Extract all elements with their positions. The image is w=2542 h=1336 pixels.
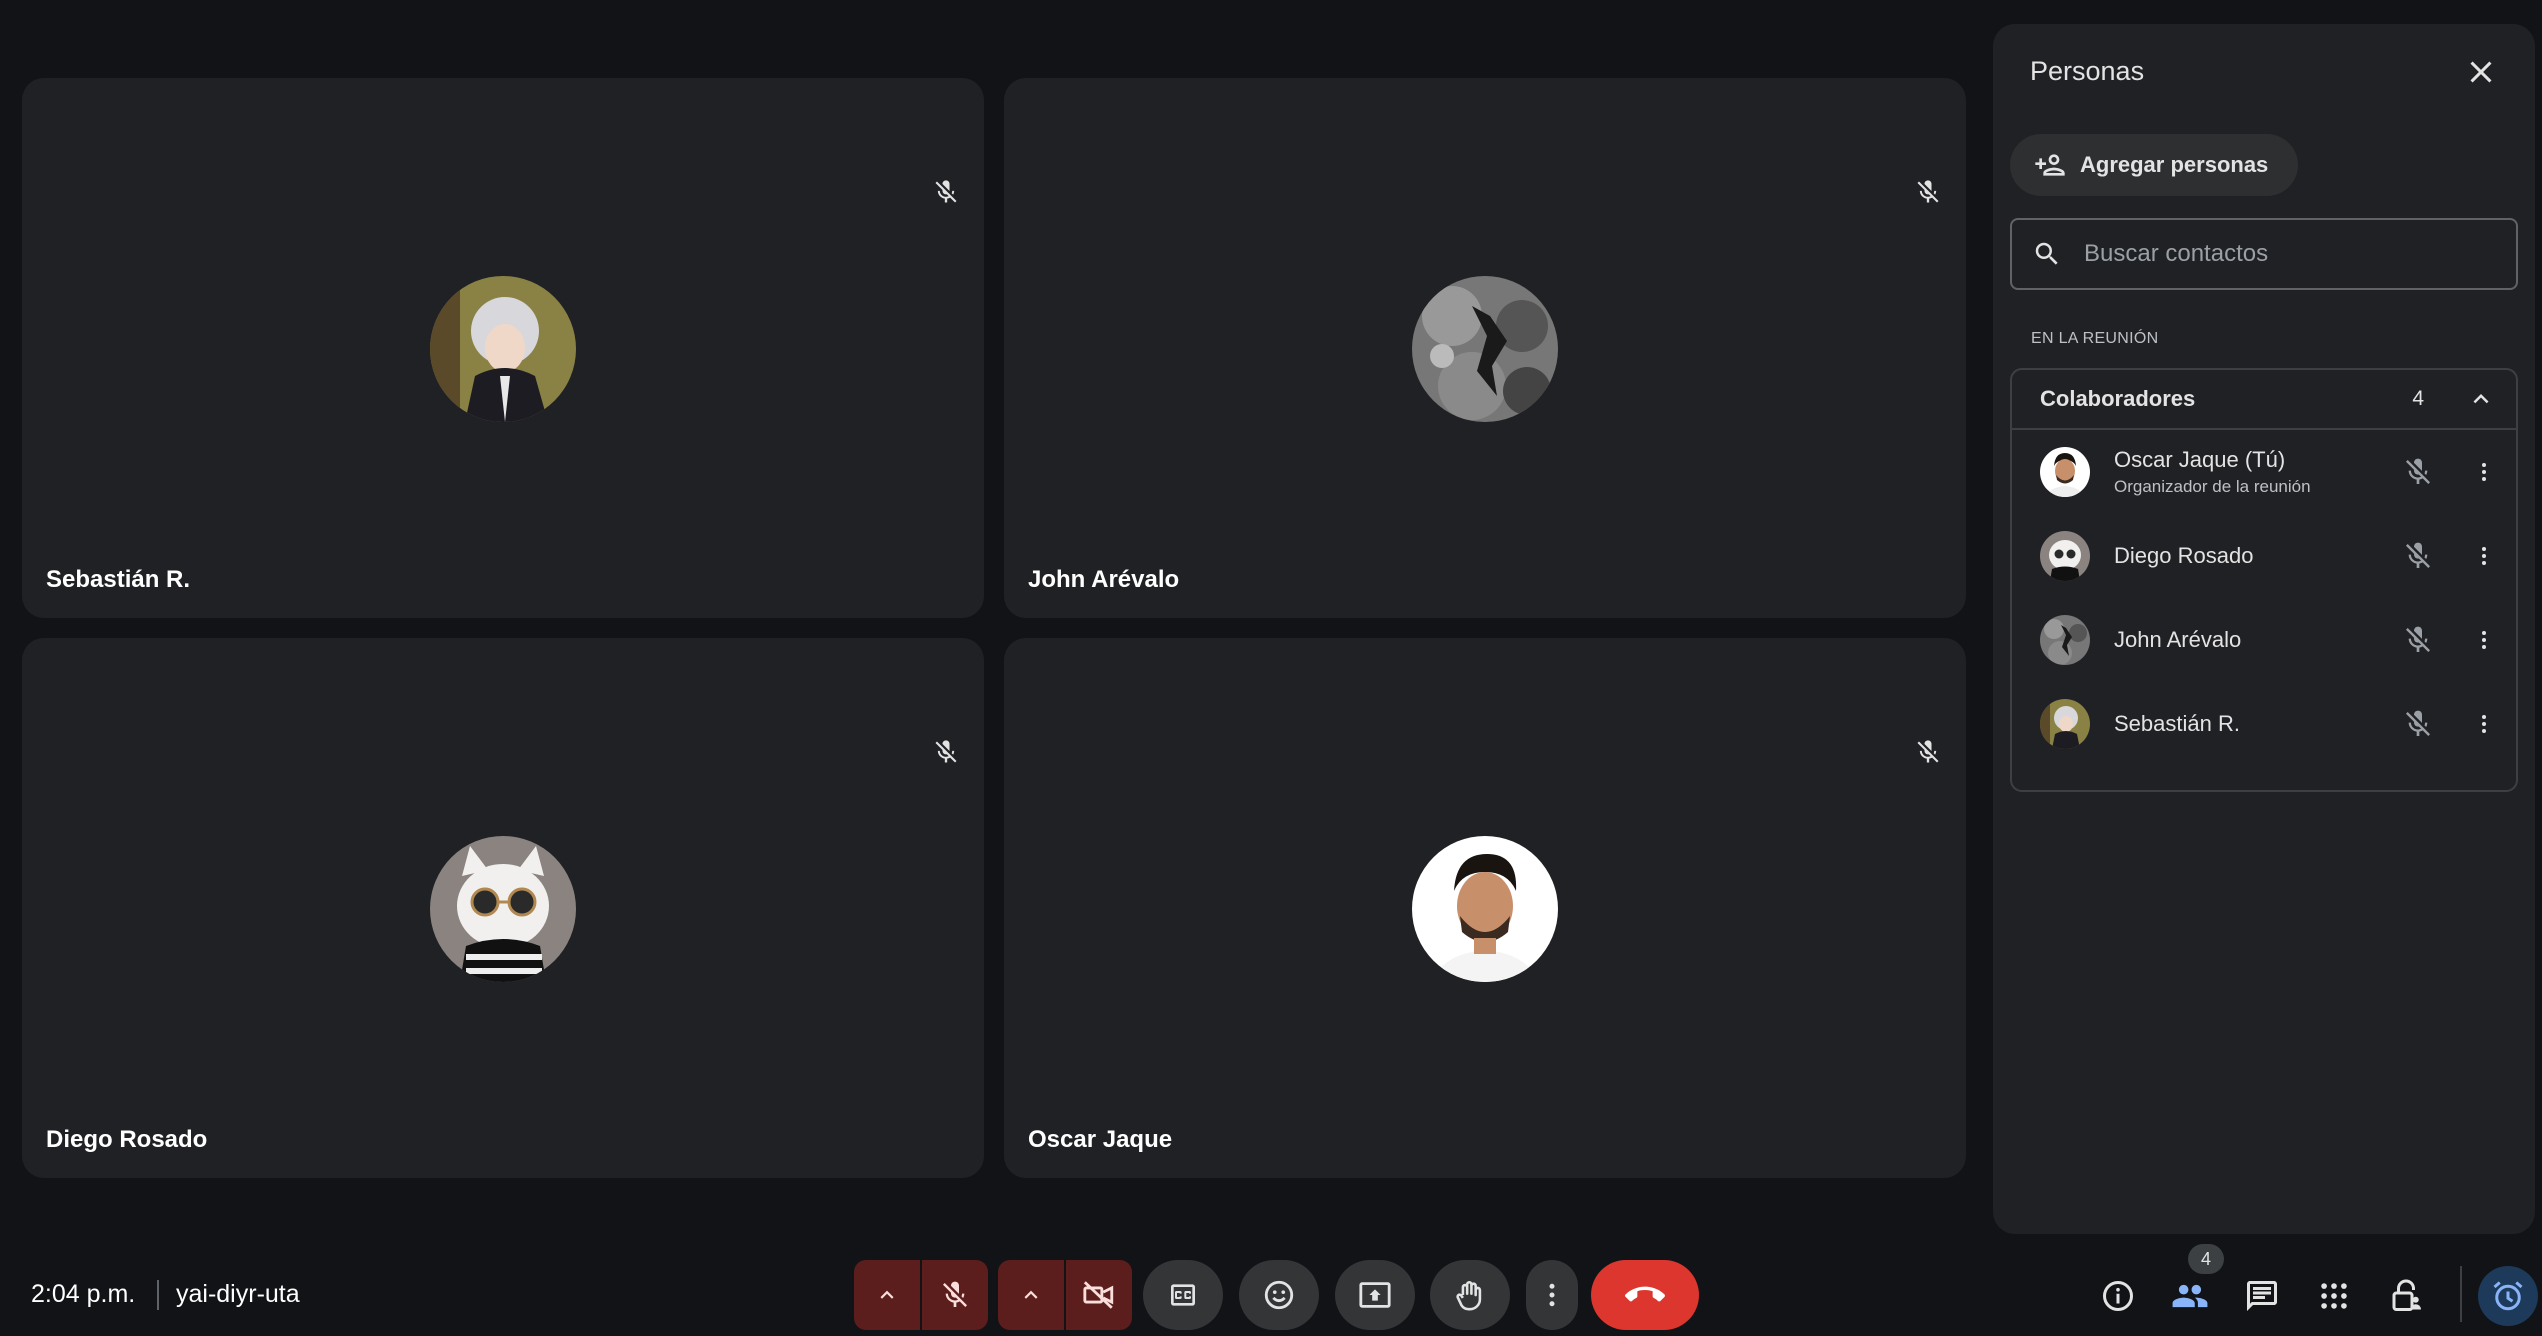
add-people-button[interactable]: Agregar personas bbox=[2010, 134, 2299, 196]
audio-options-button[interactable] bbox=[854, 1260, 920, 1330]
panel-title: Personas bbox=[2030, 56, 2145, 86]
video-options-button[interactable] bbox=[998, 1260, 1064, 1330]
people-button[interactable] bbox=[2170, 1276, 2210, 1316]
present-screen-button[interactable] bbox=[1335, 1260, 1415, 1330]
cat-avatar bbox=[430, 836, 576, 982]
chevron-up-icon bbox=[880, 1290, 894, 1299]
mic-off-icon bbox=[935, 740, 957, 763]
close-icon[interactable] bbox=[2463, 54, 2499, 90]
avatar bbox=[2040, 447, 2090, 497]
group-count: 4 bbox=[2412, 387, 2424, 410]
participant-name: Oscar Jaque bbox=[1028, 1126, 1173, 1153]
divider bbox=[157, 1280, 159, 1310]
mic-off-icon bbox=[1917, 740, 1939, 763]
people-count-badge: 4 bbox=[2188, 1244, 2224, 1274]
apps-grid-icon bbox=[2321, 1283, 2347, 1309]
chat-button[interactable] bbox=[2242, 1276, 2282, 1316]
more-vert-icon[interactable] bbox=[2472, 456, 2496, 488]
more-vert-icon[interactable] bbox=[2472, 540, 2496, 572]
closed-captions-icon bbox=[1171, 1284, 1195, 1306]
section-label: EN LA REUNIÓN bbox=[2031, 330, 2159, 347]
avatar bbox=[2040, 699, 2090, 749]
video-tile-sebastian[interactable]: Sebastián R. bbox=[22, 78, 984, 618]
collaborators-group: Colaboradores 4 Oscar Jaque (Tú) Organiz… bbox=[2010, 368, 2518, 792]
mic-off-icon[interactable] bbox=[2402, 708, 2434, 740]
camera-toggle-button[interactable] bbox=[1066, 1260, 1132, 1330]
present-to-all-icon bbox=[1359, 1282, 1391, 1308]
mic-off-icon bbox=[1917, 180, 1939, 203]
more-options-button[interactable] bbox=[1526, 1260, 1578, 1330]
captions-button[interactable] bbox=[1143, 1260, 1223, 1330]
meeting-details-button[interactable] bbox=[2098, 1276, 2138, 1316]
list-item[interactable]: Sebastián R. bbox=[2012, 682, 2516, 766]
meeting-code: yai-diyr-uta bbox=[176, 1280, 300, 1308]
mic-off-icon[interactable] bbox=[2402, 456, 2434, 488]
people-panel: Personas Agregar personas EN LA REUNIÓN … bbox=[1993, 24, 2535, 1234]
video-tile-john[interactable]: John Arévalo bbox=[1004, 78, 1966, 618]
raise-hand-button[interactable] bbox=[1430, 1260, 1510, 1330]
person-add-icon bbox=[2035, 154, 2065, 176]
divider bbox=[2460, 1266, 2462, 1322]
info-icon bbox=[2103, 1281, 2133, 1311]
call-end-icon bbox=[1625, 1286, 1665, 1302]
avatar bbox=[2040, 615, 2090, 665]
host-controls-button[interactable] bbox=[2386, 1276, 2426, 1316]
mic-off-icon[interactable] bbox=[2402, 540, 2434, 572]
group-title: Colaboradores bbox=[2040, 386, 2196, 411]
mic-toggle-button[interactable] bbox=[922, 1260, 988, 1330]
reactions-button[interactable] bbox=[1239, 1260, 1319, 1330]
list-item[interactable]: John Arévalo bbox=[2012, 598, 2516, 682]
hand-icon bbox=[1456, 1281, 1482, 1311]
search-icon bbox=[2035, 242, 2058, 265]
mic-off-icon bbox=[943, 1281, 967, 1307]
avatar bbox=[2040, 531, 2090, 581]
search-contacts-field[interactable] bbox=[2010, 218, 2518, 290]
anime-avatar bbox=[430, 276, 576, 422]
clock: 2:04 p.m. bbox=[31, 1280, 136, 1308]
participant-name: Diego Rosado bbox=[46, 1126, 208, 1153]
list-item[interactable]: Oscar Jaque (Tú) Organizador de la reuni… bbox=[2012, 430, 2516, 514]
collaborators-header[interactable]: Colaboradores 4 bbox=[2012, 370, 2516, 430]
emoji-icon bbox=[1264, 1280, 1294, 1310]
alarm-clock-icon bbox=[2493, 1281, 2523, 1311]
more-vert-icon[interactable] bbox=[2472, 624, 2496, 656]
participant-name: Diego Rosado bbox=[2114, 543, 2254, 568]
mic-off-icon bbox=[935, 180, 957, 203]
lock-person-icon bbox=[2392, 1279, 2421, 1311]
man-photo-avatar bbox=[1412, 836, 1558, 982]
list-item[interactable]: Diego Rosado bbox=[2012, 514, 2516, 598]
video-tile-oscar[interactable]: Oscar Jaque bbox=[1004, 638, 1966, 1178]
chat-icon bbox=[2247, 1281, 2277, 1311]
participant-role: Organizador de la reunión bbox=[2114, 477, 2311, 496]
participant-name: John Arévalo bbox=[1028, 566, 1180, 593]
more-vert-icon[interactable] bbox=[2472, 708, 2496, 740]
timer-button[interactable] bbox=[2478, 1266, 2538, 1326]
people-icon bbox=[2172, 1284, 2208, 1308]
search-contacts-input[interactable] bbox=[2084, 240, 2484, 268]
participant-name: John Arévalo bbox=[2114, 627, 2242, 652]
mic-off-icon[interactable] bbox=[2402, 624, 2434, 656]
activities-button[interactable] bbox=[2314, 1276, 2354, 1316]
chevron-up-icon[interactable] bbox=[2466, 384, 2496, 414]
leave-call-button[interactable] bbox=[1591, 1260, 1699, 1330]
grayscale-avatar bbox=[1412, 276, 1558, 422]
microphone-control bbox=[854, 1260, 988, 1330]
video-tile-diego[interactable]: Diego Rosado bbox=[22, 638, 984, 1178]
video-off-icon bbox=[1083, 1281, 1114, 1309]
more-vert-icon bbox=[1549, 1283, 1555, 1307]
participant-name: Oscar Jaque (Tú) bbox=[2114, 447, 2286, 472]
camera-control bbox=[998, 1260, 1132, 1330]
participant-name: Sebastián R. bbox=[2114, 711, 2240, 736]
chevron-up-icon bbox=[1024, 1290, 1038, 1299]
add-people-label: Agregar personas bbox=[2080, 152, 2269, 177]
participant-name: Sebastián R. bbox=[46, 566, 191, 593]
